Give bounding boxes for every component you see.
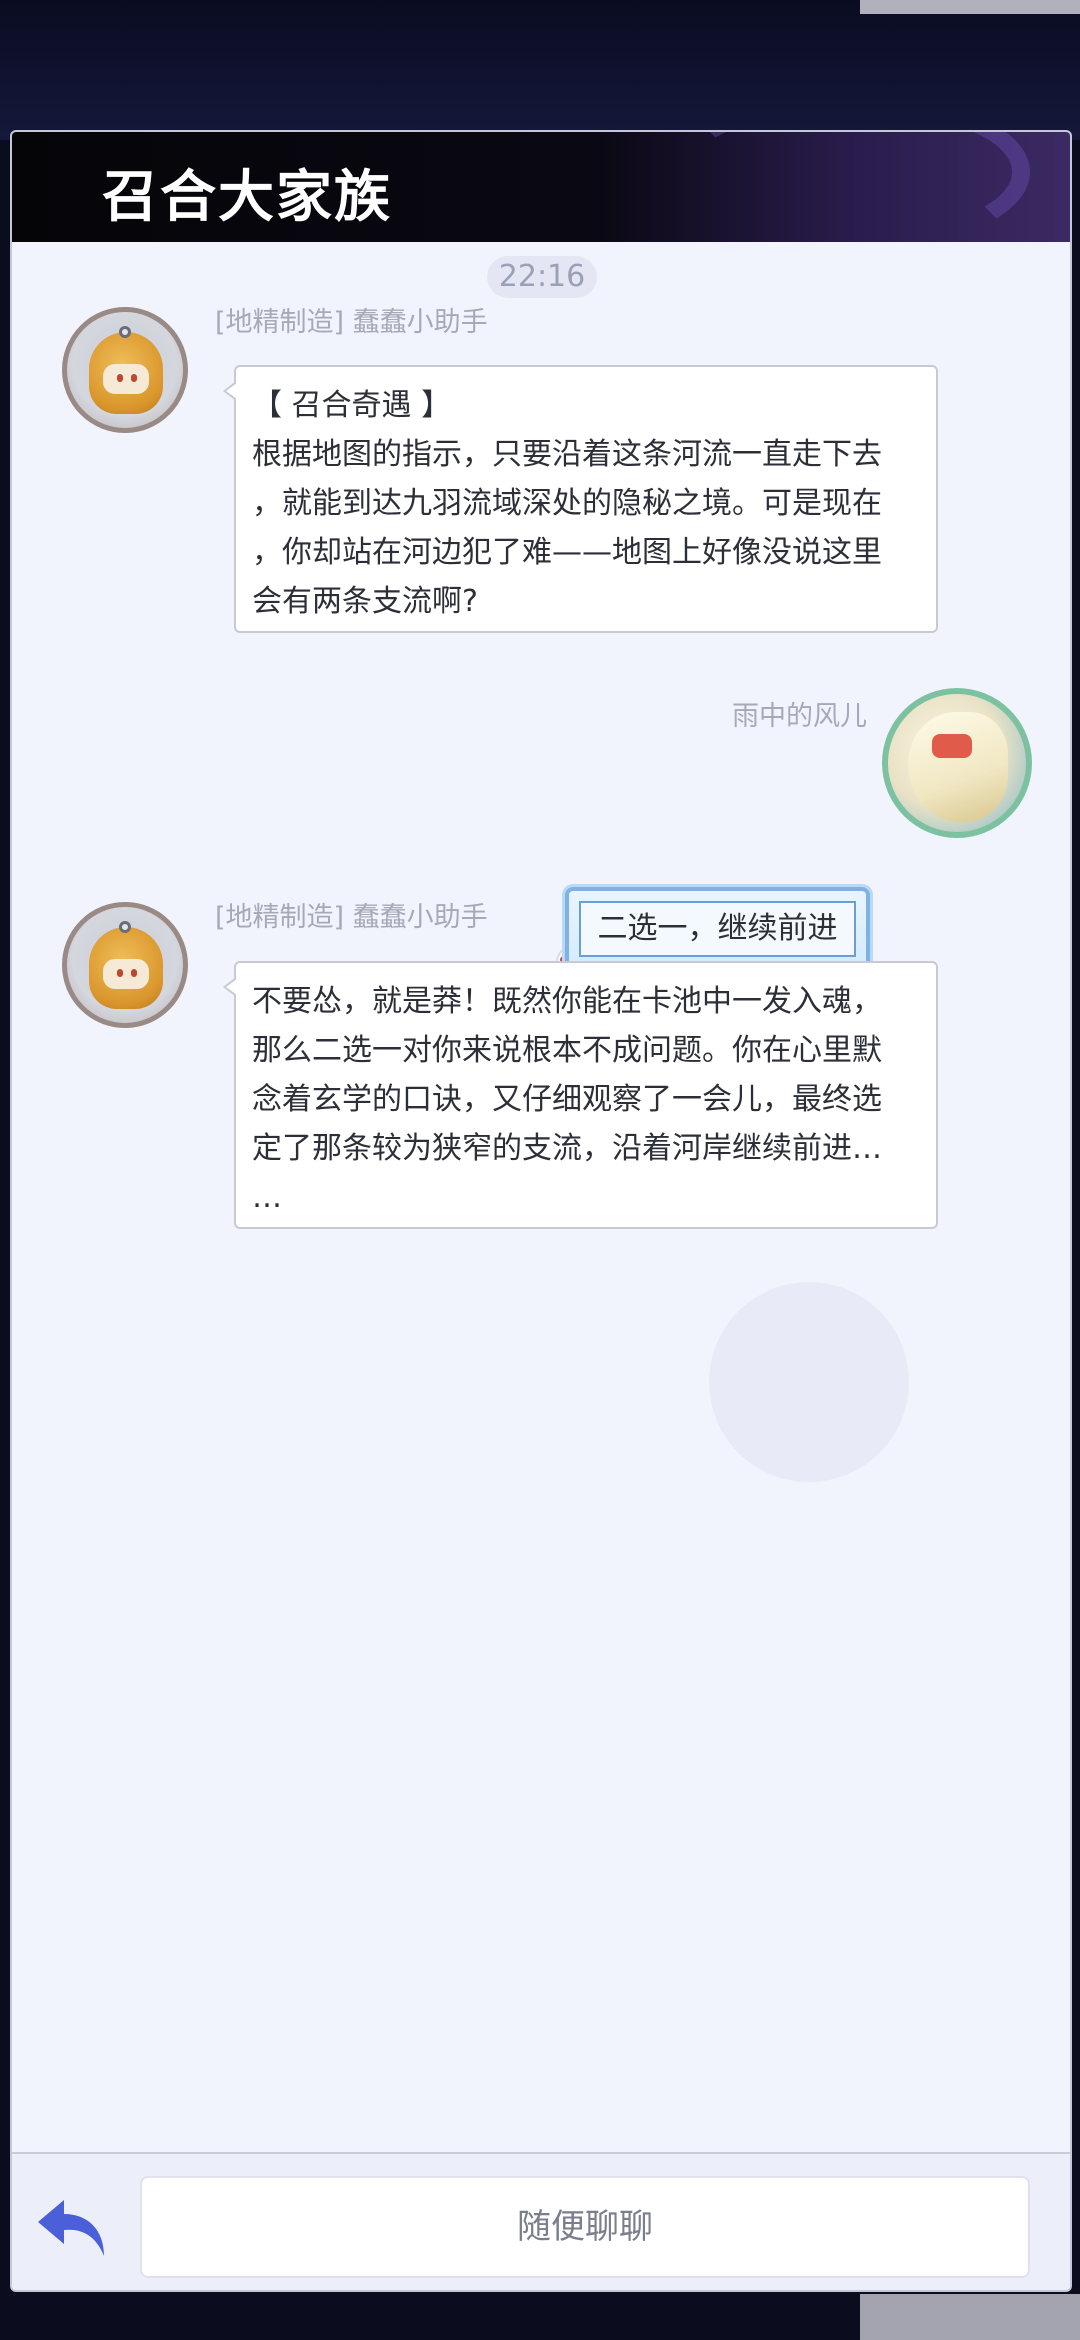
- message-line: 那么二选一对你来说根本不成问题。你在心里默: [252, 1033, 882, 1068]
- chat-panel: 召合大家族 22:16 [地精制造] 蠢蠢小助手 【 召合奇遇 】 根据地图的指…: [10, 130, 1072, 2292]
- floating-touch-button[interactable]: [709, 1282, 909, 1482]
- message-line: …: [252, 1180, 282, 1215]
- page-title: 召合大家族: [102, 164, 392, 230]
- user-message-text: 二选一，继续前进: [579, 901, 856, 957]
- back-button[interactable]: [36, 2196, 112, 2262]
- chat-input[interactable]: 随便聊聊: [140, 2176, 1030, 2278]
- message-line: ，就能到达九羽流域深处的隐秘之境。可是现在: [252, 486, 882, 521]
- message-line: 不要怂，就是莽！既然你能在卡池中一发入魂，: [252, 984, 882, 1019]
- bot-avatar-icon[interactable]: [62, 902, 188, 1028]
- message-timestamp: 22:16: [487, 256, 597, 298]
- user-sender-name: 雨中的风儿: [732, 701, 867, 732]
- message-bubble: 不要怂，就是莽！既然你能在卡池中一发入魂， 那么二选一对你来说根本不成问题。你在…: [223, 961, 938, 1229]
- message-line: 根据地图的指示，只要沿着这条河流一直走下去: [252, 437, 882, 472]
- message-line: ，你却站在河边犯了难——地图上好像没说这里: [252, 535, 882, 570]
- message-line: 念着玄学的口诀，又仔细观察了一会儿，最终选: [252, 1082, 882, 1117]
- message-line: 会有两条支流啊?: [252, 584, 478, 619]
- sender-name: [地精制造] 蠢蠢小助手: [215, 902, 488, 933]
- background-bottom: [0, 2294, 1080, 2340]
- chat-footer: 随便聊聊: [12, 2152, 1070, 2290]
- sender-name: [地精制造] 蠢蠢小助手: [215, 307, 488, 338]
- panel-header: 召合大家族: [12, 132, 1070, 252]
- message-line: 定了那条较为狭窄的支流，沿着河岸继续前进…: [252, 1131, 882, 1166]
- reply-arrow-icon: [38, 2200, 104, 2256]
- message-bubble: 【 召合奇遇 】 根据地图的指示，只要沿着这条河流一直走下去 ，就能到达九羽流域…: [223, 365, 938, 633]
- background-top: [0, 0, 1080, 140]
- user-message-bubble: 二选一，继续前进: [565, 887, 870, 971]
- bot-avatar-icon[interactable]: [62, 307, 188, 433]
- user-avatar-icon[interactable]: [882, 688, 1032, 838]
- message-line: 【 召合奇遇 】: [252, 388, 452, 423]
